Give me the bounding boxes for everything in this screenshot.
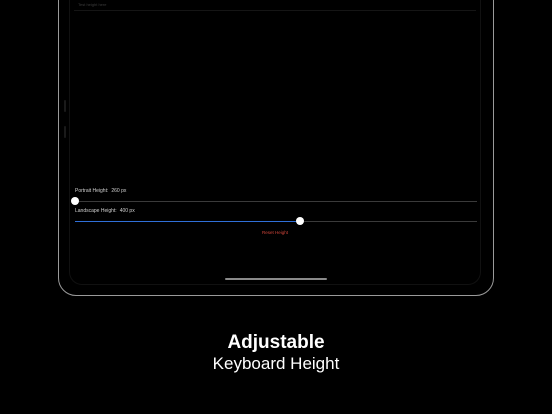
test-text-field[interactable]: Test height here <box>74 0 476 11</box>
volume-button <box>64 100 66 112</box>
portrait-height-label: Portrait Height: 260 px <box>75 188 126 194</box>
landscape-height-value: 400 px <box>119 208 135 214</box>
portrait-height-slider[interactable] <box>71 197 477 205</box>
landscape-height-label: Landscape Height: 400 px <box>75 208 135 214</box>
slider-thumb[interactable] <box>296 217 305 225</box>
slider-fill <box>75 220 301 222</box>
reset-height-button[interactable]: Reset Height <box>70 230 480 236</box>
caption-title: Adjustable <box>227 332 325 353</box>
slider-track <box>75 200 477 202</box>
caption-subtitle: Keyboard Height <box>212 354 340 373</box>
device-screen: Test height here Portrait Height: 260 px … <box>70 0 480 284</box>
text-field-placeholder: Test height here <box>78 2 107 7</box>
app-store-screenshot: Test height here Portrait Height: 260 px … <box>0 0 552 414</box>
slider-thumb[interactable] <box>71 197 79 205</box>
landscape-height-slider[interactable] <box>75 217 477 225</box>
landscape-height-label-text: Landscape Height: <box>75 208 117 214</box>
home-indicator <box>225 278 327 280</box>
portrait-height-label-text: Portrait Height: <box>75 188 109 194</box>
portrait-height-value: 260 px <box>111 188 127 194</box>
volume-button <box>64 126 66 138</box>
